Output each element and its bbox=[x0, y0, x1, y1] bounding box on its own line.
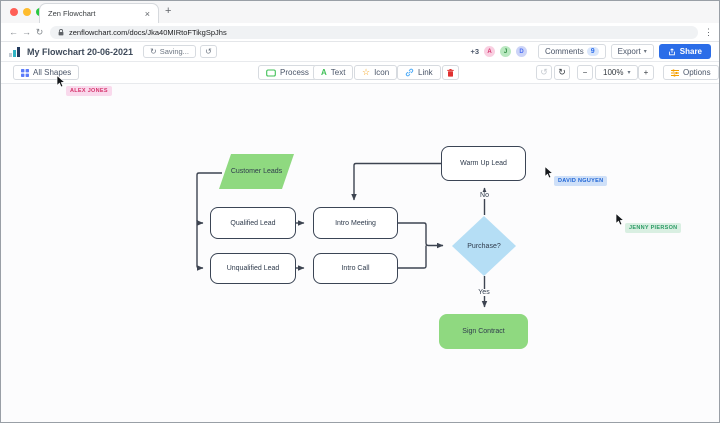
options-button[interactable]: Options bbox=[663, 65, 719, 80]
reload-icon[interactable]: ↻ bbox=[33, 27, 46, 38]
zoom-level-value: 100% bbox=[603, 68, 624, 77]
export-label: Export bbox=[617, 47, 641, 56]
connector-lines bbox=[196, 162, 488, 308]
comments-label: Comments bbox=[545, 47, 584, 56]
browser-tab-strip: Zen Flowchart × + bbox=[1, 1, 719, 23]
text-tool-icon: A bbox=[321, 68, 327, 77]
comments-button[interactable]: Comments 9 bbox=[538, 44, 606, 59]
delete-button[interactable] bbox=[442, 65, 459, 80]
app-window: Zen Flowchart × + ← → ↻ zenflowchart.com… bbox=[0, 0, 720, 423]
comments-count-badge: 9 bbox=[586, 47, 599, 56]
forward-icon[interactable]: → bbox=[20, 27, 33, 37]
star-icon: ☆ bbox=[362, 67, 371, 77]
saving-icon: ↻ bbox=[150, 47, 157, 56]
browser-menu-icon[interactable]: ⋮ bbox=[704, 27, 713, 38]
process-label: Process bbox=[280, 68, 309, 77]
zoom-in-button[interactable]: + bbox=[638, 65, 654, 80]
minimize-window-button[interactable] bbox=[23, 8, 31, 16]
share-label: Share bbox=[679, 47, 702, 56]
process-shape-button[interactable]: Process bbox=[258, 65, 317, 80]
process-shape-icon bbox=[266, 68, 276, 77]
delete-icon bbox=[447, 68, 454, 77]
collaborator-label-alex: ALEX JONES bbox=[66, 86, 112, 96]
plus-icon: + bbox=[643, 68, 649, 77]
chevron-down-icon: ▾ bbox=[627, 70, 631, 76]
export-button[interactable]: Export ▾ bbox=[610, 44, 654, 59]
flowchart-canvas[interactable]: Customer Leads Qualified Lead Intro Meet… bbox=[1, 84, 719, 422]
editor-toolbar: All Shapes Process A Text ☆ Icon Link ↺ … bbox=[1, 62, 719, 84]
link-label: Link bbox=[418, 68, 433, 77]
saving-label: Saving... bbox=[159, 47, 189, 56]
text-tool-button[interactable]: A Text bbox=[313, 65, 354, 80]
all-shapes-button[interactable]: All Shapes bbox=[13, 65, 80, 80]
lock-icon bbox=[58, 28, 64, 36]
url-text: zenflowchart.com/docs/Jka40MIRtoFTikgSpJ… bbox=[69, 27, 227, 37]
tab-close-icon[interactable]: × bbox=[145, 9, 150, 19]
edge-label-yes: Yes bbox=[473, 289, 495, 296]
document-title[interactable]: My Flowchart 20-06-2021 bbox=[27, 47, 133, 57]
avatar[interactable]: J bbox=[500, 46, 512, 57]
chevron-down-icon: ▾ bbox=[643, 49, 647, 55]
history-icon: ↺ bbox=[205, 47, 212, 56]
url-input[interactable]: zenflowchart.com/docs/Jka40MIRtoFTikgSpJ… bbox=[50, 25, 698, 39]
zen-flowchart-logo-icon bbox=[9, 46, 20, 57]
collaborator-label-jenny: JENNY PIERSON bbox=[625, 223, 682, 233]
link-icon bbox=[405, 68, 414, 77]
edge-label-no: No bbox=[475, 192, 494, 199]
redo-icon: ↻ bbox=[558, 67, 566, 77]
avatar[interactable]: A bbox=[484, 46, 496, 57]
share-button[interactable]: Share bbox=[658, 44, 711, 59]
link-tool-button[interactable]: Link bbox=[397, 65, 441, 80]
sliders-icon bbox=[671, 68, 679, 77]
app-header: My Flowchart 20-06-2021 ↻ Saving... ↺ +3… bbox=[1, 42, 719, 62]
collaborator-overflow-count[interactable]: +3 bbox=[470, 47, 479, 56]
icon-label: Icon bbox=[374, 68, 390, 77]
zoom-level-dropdown[interactable]: 100% ▾ bbox=[595, 65, 639, 80]
undo-button[interactable]: ↺ bbox=[536, 65, 552, 80]
minus-icon: − bbox=[582, 68, 588, 77]
browser-tab[interactable]: Zen Flowchart × bbox=[39, 3, 159, 23]
collaborator-label-david: DAVID NGUYEN bbox=[554, 176, 608, 186]
browser-address-bar: ← → ↻ zenflowchart.com/docs/Jka40MIRtoFT… bbox=[1, 23, 719, 42]
share-icon bbox=[668, 47, 675, 55]
grid-icon bbox=[21, 68, 29, 77]
tab-title: Zen Flowchart bbox=[48, 9, 96, 18]
close-window-button[interactable] bbox=[10, 8, 18, 16]
redo-button[interactable]: ↻ bbox=[554, 65, 570, 80]
text-label: Text bbox=[330, 68, 346, 77]
options-label: Options bbox=[683, 68, 711, 77]
zoom-out-button[interactable]: − bbox=[577, 65, 593, 80]
avatar[interactable]: D bbox=[516, 46, 528, 57]
back-icon[interactable]: ← bbox=[7, 27, 20, 37]
saving-status-button: ↻ Saving... bbox=[143, 45, 196, 58]
new-tab-button[interactable]: + bbox=[165, 5, 171, 17]
version-history-button[interactable]: ↺ bbox=[199, 45, 217, 58]
undo-icon: ↺ bbox=[540, 67, 548, 77]
icon-tool-button[interactable]: ☆ Icon bbox=[354, 65, 398, 80]
